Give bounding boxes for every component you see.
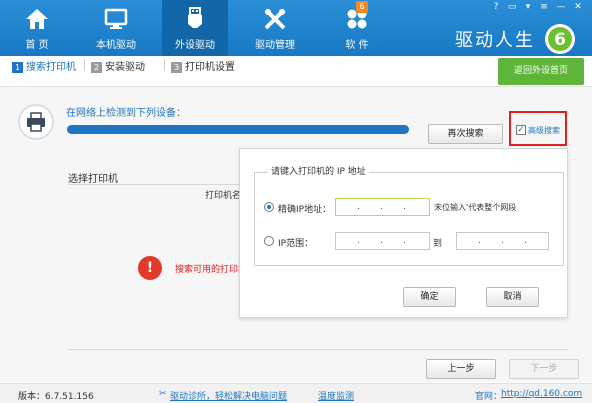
exact-ip-input[interactable]: ... [335,198,430,216]
message-icon[interactable]: ▭ [506,1,518,13]
printer-icon [18,104,54,140]
brand-title: 驱动人生 [455,30,535,51]
nav-driver-management-label: 驱动管理 [255,40,295,51]
nav-driver-management[interactable]: 驱动管理 [242,0,308,56]
exact-ip-hint: 末位输入'代表整个网段 [434,203,517,212]
top-nav-bar: 首 页 本机驱动 外设驱动 驱动管理 6 软 件 ? ▭ ▾ ≡ — ✕ 驱动人… [0,0,592,56]
close-icon[interactable]: ✕ [572,1,584,13]
select-printer-label: 选择打印机 [68,174,118,185]
ip-fieldset [254,172,564,266]
ok-button[interactable]: 确定 [403,287,456,307]
ip-range-radio[interactable] [264,236,274,246]
search-again-button[interactable]: 再次搜索 [428,124,503,144]
driver-clinic-link[interactable]: 驱动诊所，轻松解决电脑问题 [170,389,287,402]
home-icon [26,9,48,29]
ip-fieldset-legend: 请键入打印机的 IP 地址 [268,164,369,177]
return-peripheral-home-button[interactable]: 返回外设首页 [498,58,584,85]
cancel-button[interactable]: 取消 [486,287,539,307]
monitor-icon [104,8,128,29]
ip-range-to-label: 到 [433,239,443,249]
divider [68,349,568,350]
ip-range-start-input[interactable]: ... [335,232,430,250]
version-text: 版本：6.7.51.156 [18,392,94,402]
menu-icon[interactable]: ≡ [538,1,550,13]
nav-software[interactable]: 6 软 件 [324,0,390,56]
previous-step-button[interactable]: 上一步 [426,359,496,379]
search-progress-bar [67,125,409,134]
next-step-button[interactable]: 下一步 [509,359,579,379]
advanced-search-highlight: ✓ 高级搜索 [509,111,567,146]
step-search-printer: 1 搜索打印机 [12,58,76,73]
step-install-driver: 2 安装驱动 [91,58,145,73]
step-divider [84,59,85,71]
nav-local-drivers[interactable]: 本机驱动 [83,0,149,56]
help-icon[interactable]: ? [490,1,502,13]
logo-icon: 6 [545,24,575,54]
divider [68,184,268,185]
website-link[interactable]: http://qd.160.com [501,389,582,399]
website-prefix: 官网： [475,392,503,402]
error-message: 搜索可用的打印机 [175,265,239,275]
nav-local-drivers-label: 本机驱动 [96,40,136,51]
skin-icon[interactable]: ▾ [522,1,534,13]
ip-range-end-input[interactable]: ... [456,232,549,250]
nav-software-label: 软 件 [345,40,369,51]
step-divider [164,59,165,71]
printer-name-header: 打印机名 [205,191,239,201]
ip-range-label: IP范围： [278,239,314,249]
svg-text:6: 6 [554,30,566,50]
error-icon: ! [138,256,162,280]
wrench-icon: ✂ [159,389,167,399]
exact-ip-radio[interactable] [264,202,274,212]
minimize-icon[interactable]: — [555,1,567,13]
software-badge: 6 [356,1,368,13]
step-printer-settings: 3 打印机设置 [171,58,235,73]
detect-message: 在网络上检测到下列设备： [66,108,186,119]
tools-icon [264,8,286,30]
nav-home[interactable]: 首 页 [4,0,70,56]
usb-icon [188,7,202,28]
nav-home-label: 首 页 [25,40,49,51]
nav-peripheral-drivers-label: 外设驱动 [175,40,215,51]
advanced-search-label[interactable]: 高级搜索 [528,125,560,136]
temperature-monitor-link[interactable]: 温度监测 [318,389,354,402]
advanced-search-checkbox[interactable]: ✓ [516,125,526,135]
nav-peripheral-drivers[interactable]: 外设驱动 [162,0,228,56]
exact-ip-label: 精确IP地址： [278,205,332,215]
